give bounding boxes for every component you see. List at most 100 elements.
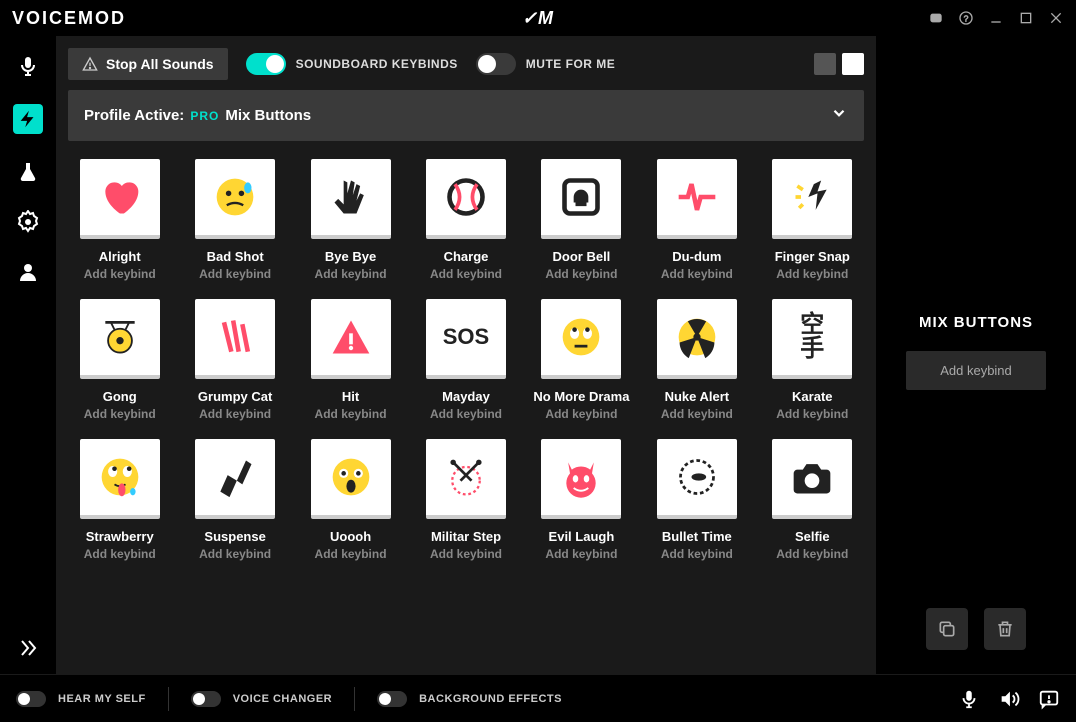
sound-keybind[interactable]: Add keybind	[661, 407, 733, 421]
sound-mayday[interactable]: SOS Mayday Add keybind	[414, 299, 517, 421]
sound-tile[interactable]	[426, 159, 506, 239]
sound-keybind[interactable]: Add keybind	[430, 407, 502, 421]
sound-tile[interactable]	[195, 299, 275, 379]
sound-tile[interactable]	[541, 439, 621, 519]
discord-icon[interactable]	[928, 10, 944, 26]
sound-tile[interactable]	[195, 439, 275, 519]
sound-uoooh[interactable]: Uoooh Add keybind	[299, 439, 402, 561]
sound-tile[interactable]	[80, 159, 160, 239]
sound-keybind[interactable]: Add keybind	[199, 407, 271, 421]
sound-keybind[interactable]: Add keybind	[199, 267, 271, 281]
sound-keybind[interactable]: Add keybind	[430, 267, 502, 281]
sound-tile[interactable]	[541, 159, 621, 239]
bg-effects-label: BACKGROUND EFFECTS	[419, 693, 562, 705]
mic-status-icon[interactable]	[958, 688, 980, 710]
sound-keybind[interactable]: Add keybind	[199, 547, 271, 561]
sound-hit[interactable]: Hit Add keybind	[299, 299, 402, 421]
sound-no-more-drama[interactable]: No More Drama Add keybind	[530, 299, 633, 421]
sound-keybind[interactable]: Add keybind	[776, 407, 848, 421]
sound-selfie[interactable]: Selfie Add keybind	[761, 439, 864, 561]
sound-tile[interactable]	[195, 159, 275, 239]
sound-militar-step[interactable]: Militar Step Add keybind	[414, 439, 517, 561]
comment-icon[interactable]	[1038, 688, 1060, 710]
sound-bye-bye[interactable]: Bye Bye Add keybind	[299, 159, 402, 281]
sound-grid: Alright Add keybind Bad Shot Add keybind…	[68, 159, 864, 573]
sound-keybind[interactable]: Add keybind	[661, 267, 733, 281]
sound-tile[interactable]: 空手	[772, 299, 852, 379]
bg-effects-toggle[interactable]	[377, 691, 407, 707]
sound-name: Evil Laugh	[549, 529, 615, 544]
help-icon[interactable]: ?	[958, 10, 974, 26]
sound-charge[interactable]: Charge Add keybind	[414, 159, 517, 281]
sound-keybind[interactable]: Add keybind	[84, 407, 156, 421]
mute-for-me-toggle[interactable]	[476, 53, 516, 75]
sound-alright[interactable]: Alright Add keybind	[68, 159, 171, 281]
view-grid-button[interactable]	[842, 53, 864, 75]
sound-tile[interactable]	[311, 439, 391, 519]
pro-badge: PRO	[190, 109, 219, 123]
sound-keybind[interactable]: Add keybind	[661, 547, 733, 561]
sound-suspense[interactable]: Suspense Add keybind	[183, 439, 286, 561]
sound-tile[interactable]	[772, 439, 852, 519]
profile-dropdown[interactable]: Profile Active: PRO Mix Buttons	[68, 90, 864, 141]
svg-text:?: ?	[964, 13, 969, 23]
sound-name: Door Bell	[553, 249, 611, 264]
hear-myself-toggle[interactable]	[16, 691, 46, 707]
volume-icon[interactable]	[998, 688, 1020, 710]
sound-name: Bad Shot	[207, 249, 264, 264]
sound-keybind[interactable]: Add keybind	[430, 547, 502, 561]
sound-keybind[interactable]: Add keybind	[84, 547, 156, 561]
delete-button[interactable]	[984, 608, 1026, 650]
sound-tile[interactable]	[80, 299, 160, 379]
sound-evil-laugh[interactable]: Evil Laugh Add keybind	[530, 439, 633, 561]
sound-finger-snap[interactable]: Finger Snap Add keybind	[761, 159, 864, 281]
sound-keybind[interactable]: Add keybind	[315, 407, 387, 421]
add-keybind-button[interactable]: Add keybind	[906, 351, 1046, 390]
sound-karate[interactable]: 空手 Karate Add keybind	[761, 299, 864, 421]
sound-name: Suspense	[204, 529, 265, 544]
sound-door-bell[interactable]: Door Bell Add keybind	[530, 159, 633, 281]
collapse-icon[interactable]	[16, 636, 40, 660]
divider	[168, 687, 169, 711]
close-icon[interactable]	[1048, 10, 1064, 26]
sound-keybind[interactable]: Add keybind	[776, 547, 848, 561]
maximize-icon[interactable]	[1018, 10, 1034, 26]
sound-tile[interactable]	[311, 299, 391, 379]
sound-tile[interactable]	[80, 439, 160, 519]
mic-nav-icon[interactable]	[16, 54, 40, 78]
sound-name: Mayday	[442, 389, 490, 404]
stop-all-button[interactable]: Stop All Sounds	[68, 48, 228, 80]
sound-grumpy-cat[interactable]: Grumpy Cat Add keybind	[183, 299, 286, 421]
sound-keybind[interactable]: Add keybind	[545, 547, 617, 561]
account-nav-icon[interactable]	[16, 260, 40, 284]
sound-tile[interactable]	[772, 159, 852, 239]
sound-bullet-time[interactable]: Bullet Time Add keybind	[645, 439, 748, 561]
lab-nav-icon[interactable]	[16, 160, 40, 184]
sound-bad-shot[interactable]: Bad Shot Add keybind	[183, 159, 286, 281]
sound-strawberry[interactable]: Strawberry Add keybind	[68, 439, 171, 561]
duplicate-button[interactable]	[926, 608, 968, 650]
sound-keybind[interactable]: Add keybind	[545, 407, 617, 421]
sound-tile[interactable]	[657, 299, 737, 379]
sound-nuke-alert[interactable]: Nuke Alert Add keybind	[645, 299, 748, 421]
sound-keybind[interactable]: Add keybind	[776, 267, 848, 281]
sound-name: Charge	[444, 249, 489, 264]
view-compact-button[interactable]	[814, 53, 836, 75]
minimize-icon[interactable]	[988, 10, 1004, 26]
settings-nav-icon[interactable]	[16, 210, 40, 234]
sound-du-dum[interactable]: Du-dum Add keybind	[645, 159, 748, 281]
sound-tile[interactable]: SOS	[426, 299, 506, 379]
sound-tile[interactable]	[657, 439, 737, 519]
sound-keybind[interactable]: Add keybind	[315, 267, 387, 281]
sound-keybind[interactable]: Add keybind	[84, 267, 156, 281]
sound-tile[interactable]	[426, 439, 506, 519]
soundboard-keybinds-toggle[interactable]	[246, 53, 286, 75]
sound-keybind[interactable]: Add keybind	[545, 267, 617, 281]
sound-gong[interactable]: Gong Add keybind	[68, 299, 171, 421]
soundboard-nav-icon[interactable]	[13, 104, 43, 134]
sound-tile[interactable]	[657, 159, 737, 239]
sound-tile[interactable]	[541, 299, 621, 379]
sound-tile[interactable]	[311, 159, 391, 239]
voice-changer-toggle[interactable]	[191, 691, 221, 707]
sound-keybind[interactable]: Add keybind	[315, 547, 387, 561]
